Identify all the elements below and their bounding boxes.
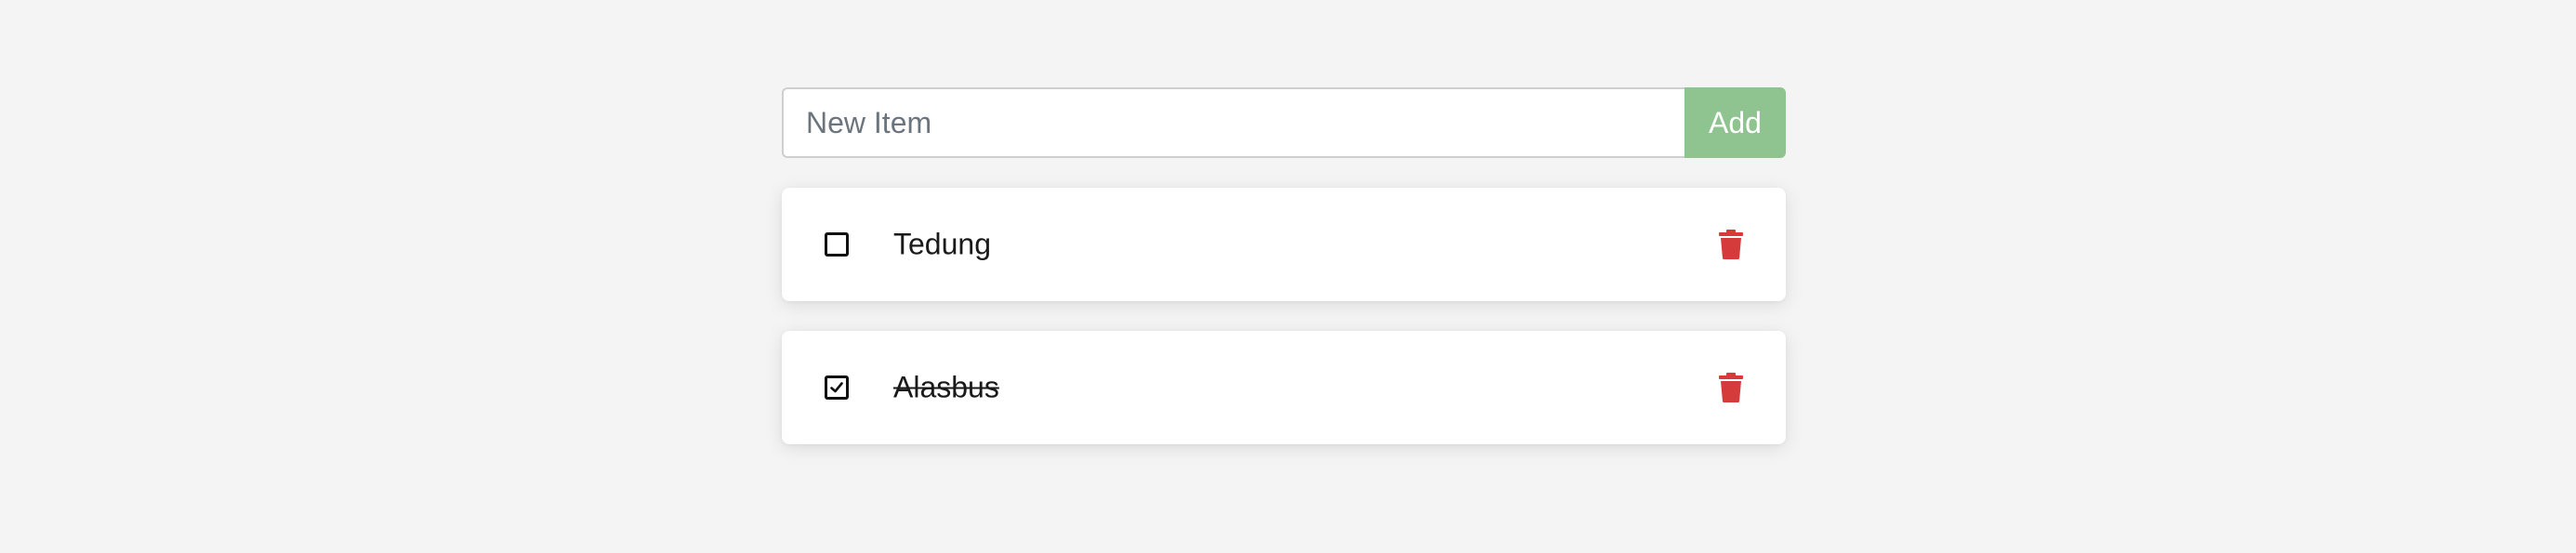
todo-item: Tedung	[782, 188, 1786, 301]
todo-item-label: Alasbus	[893, 370, 999, 404]
new-item-input[interactable]	[782, 87, 1684, 158]
checkbox-unchecked-icon[interactable]	[825, 232, 849, 257]
todo-item-label: Tedung	[893, 227, 991, 261]
checkbox-checked-icon[interactable]	[825, 375, 849, 400]
todo-app: Add Tedung Alasbus	[782, 87, 1786, 444]
todo-item: Alasbus	[782, 331, 1786, 444]
todo-list: Tedung Alasbus	[782, 188, 1786, 444]
trash-icon	[1719, 373, 1743, 402]
add-button[interactable]: Add	[1684, 87, 1786, 158]
trash-icon	[1719, 230, 1743, 259]
add-item-form: Add	[782, 87, 1786, 158]
delete-button[interactable]	[1717, 372, 1745, 403]
delete-button[interactable]	[1717, 229, 1745, 260]
